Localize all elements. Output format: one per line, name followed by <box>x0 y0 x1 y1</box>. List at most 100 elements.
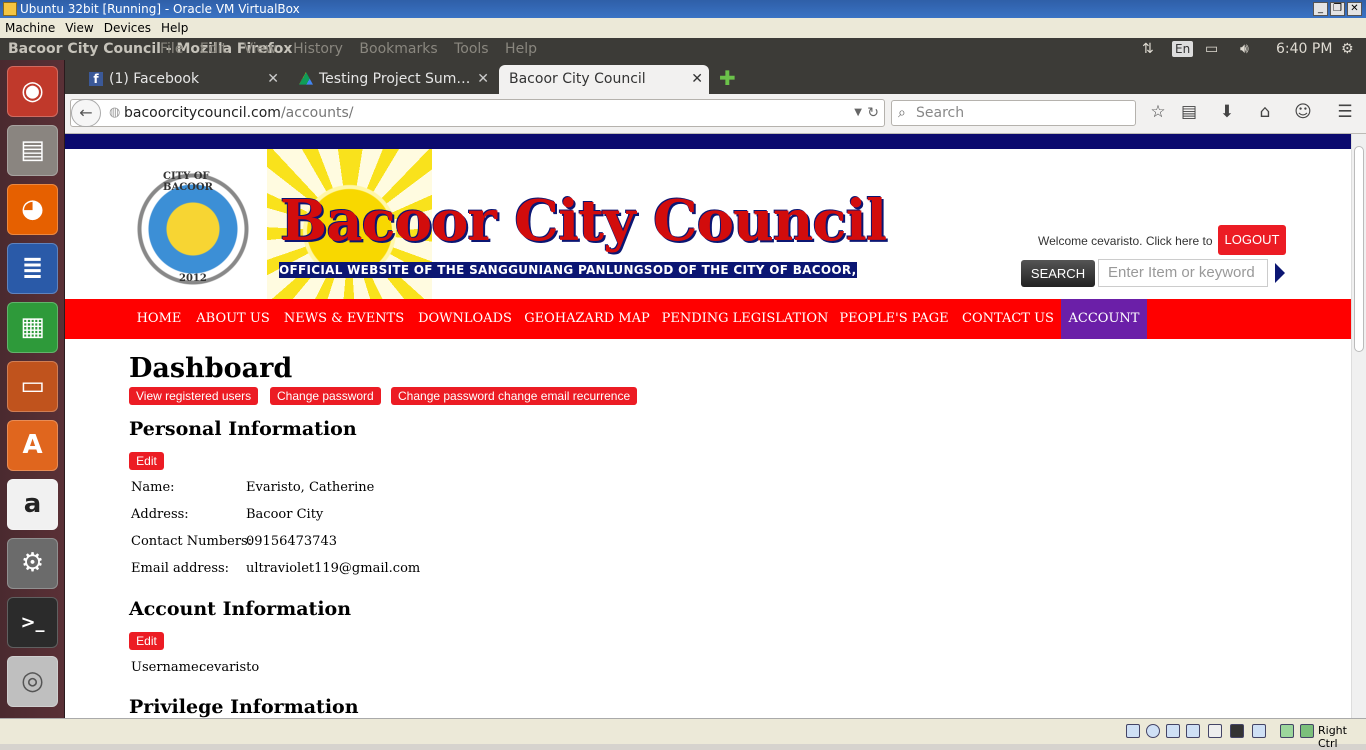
vbox-menu-help[interactable]: Help <box>156 18 193 38</box>
url-bar[interactable]: bacoorcitycouncil.com/accounts/ ◍ ▼ ↻ <box>70 99 885 127</box>
ff-menu-help[interactable]: Help <box>505 41 537 57</box>
change-password-button[interactable]: Change password <box>270 387 381 405</box>
personal-info-heading: Personal Information <box>129 418 357 440</box>
ff-menu-edit[interactable]: Edit <box>200 41 227 57</box>
vbox-menu-view[interactable]: View <box>60 18 98 38</box>
clock[interactable]: 6:40 PM <box>1276 38 1332 60</box>
nav-peoples-page[interactable]: PEOPLE'S PAGE <box>837 299 951 339</box>
host-key-icon[interactable] <box>1300 724 1314 738</box>
globe-icon[interactable]: ◍ <box>109 100 120 126</box>
tab-testing-project[interactable]: Testing Project Sum… ✕ <box>295 65 495 94</box>
page-viewport: CITY OF BACOOR 2012 Bacoor City Council … <box>65 134 1351 718</box>
reload-icon[interactable]: ↻ <box>867 100 879 126</box>
privilege-info-heading: Privilege Information <box>129 696 359 718</box>
hdd-icon[interactable] <box>1126 724 1140 738</box>
view-registered-users-button[interactable]: View registered users <box>129 387 259 405</box>
tab-label: Bacoor City Council <box>509 71 646 87</box>
ff-menu-view[interactable]: View <box>243 41 276 57</box>
impress-icon[interactable]: ▭ <box>7 361 58 412</box>
reading-list-icon[interactable]: ▤ <box>1177 102 1201 122</box>
hamburger-menu-icon[interactable]: ☰ <box>1333 102 1357 122</box>
tab-facebook[interactable]: f (1) Facebook ✕ <box>85 65 285 94</box>
usb-icon[interactable] <box>1166 724 1180 738</box>
search-go-arrow-icon[interactable] <box>1275 263 1285 283</box>
mouse-integration-icon[interactable] <box>1280 724 1294 738</box>
terminal-icon[interactable]: >_ <box>7 597 58 648</box>
bookmark-star-icon[interactable]: ☆ <box>1146 102 1170 122</box>
browser-search-placeholder: Search <box>916 105 965 121</box>
volume-icon[interactable]: 🔊︎ <box>1240 38 1249 60</box>
keyword-search-input[interactable]: Enter Item or keyword <box>1098 259 1268 287</box>
nav-account[interactable]: ACCOUNT <box>1061 299 1147 339</box>
tab-bacoor-city-council[interactable]: Bacoor City Council ✕ <box>499 65 709 94</box>
site-top-strip <box>65 134 1351 149</box>
ff-menu-bookmarks[interactable]: Bookmarks <box>359 41 437 57</box>
vbox-menubar: Machine View Devices Help <box>0 18 1366 38</box>
writer-icon[interactable]: ≣ <box>7 243 58 294</box>
display-icon[interactable] <box>1230 724 1244 738</box>
page-scrollbar[interactable] <box>1351 134 1366 718</box>
video-capture-icon[interactable] <box>1252 724 1266 738</box>
network-adapter-icon[interactable] <box>1186 724 1200 738</box>
nav-pending-legislation[interactable]: PENDING LEGISLATION <box>659 299 831 339</box>
power-gear-icon[interactable]: ⚙ <box>1341 38 1354 60</box>
nav-contact-us[interactable]: CONTACT US <box>959 299 1057 339</box>
close-tab-icon[interactable]: ✕ <box>477 65 489 93</box>
dvd-icon[interactable]: ◎ <box>7 656 58 707</box>
vbox-menu-machine[interactable]: Machine <box>0 18 60 38</box>
download-icon[interactable]: ⬇ <box>1215 102 1239 122</box>
ff-menu-history[interactable]: History <box>293 41 343 57</box>
software-center-icon[interactable]: A <box>7 420 58 471</box>
change-password-email-recurrence-button[interactable]: Change password change email recurrence <box>391 387 638 405</box>
restore-icon[interactable]: ❐ <box>1330 2 1345 16</box>
edit-personal-button[interactable]: Edit <box>129 452 164 470</box>
plus-icon[interactable]: ✚ <box>719 66 736 90</box>
tab-label: Testing Project Sum… <box>319 71 471 87</box>
edit-account-button[interactable]: Edit <box>129 632 164 650</box>
ff-menu-tools[interactable]: Tools <box>454 41 489 57</box>
host-key-label: Right Ctrl <box>1318 724 1347 750</box>
optical-drive-icon[interactable] <box>1146 724 1160 738</box>
minimize-icon[interactable]: _ <box>1313 2 1328 16</box>
nav-downloads[interactable]: DOWNLOADS <box>415 299 515 339</box>
email-value: ultraviolet119@gmail.com <box>246 561 421 576</box>
files-icon[interactable]: ▤ <box>7 125 58 176</box>
chevron-down-icon[interactable]: ▼ <box>854 100 862 126</box>
close-icon[interactable]: ✕ <box>1347 2 1362 16</box>
browser-search-input[interactable]: ⌕ Search <box>891 100 1136 126</box>
vbox-statusbar: Right Ctrl <box>0 718 1366 750</box>
nav-geohazard-map[interactable]: GEOHAZARD MAP <box>523 299 651 339</box>
tab-label: (1) Facebook <box>109 71 200 87</box>
nav-about-us[interactable]: ABOUT US <box>193 299 273 339</box>
vbox-menu-devices[interactable]: Devices <box>99 18 156 38</box>
back-button[interactable]: ← <box>71 99 101 127</box>
system-settings-icon[interactable]: ⚙ <box>7 538 58 589</box>
ubuntu-dash-icon[interactable]: ◉ <box>7 66 58 117</box>
username-value: cevaristo <box>199 660 260 675</box>
calc-icon[interactable]: ▦ <box>7 302 58 353</box>
close-tab-icon[interactable]: ✕ <box>691 65 703 93</box>
contact-value: 09156473743 <box>246 534 337 549</box>
ff-menu-file[interactable]: File <box>160 41 183 57</box>
nav-home[interactable]: HOME <box>129 299 189 339</box>
home-icon[interactable]: ⌂ <box>1253 102 1277 122</box>
logout-button[interactable]: LOGOUT <box>1218 225 1286 255</box>
shared-folders-icon[interactable] <box>1208 724 1222 738</box>
battery-icon[interactable]: ▭ <box>1205 38 1218 60</box>
scrollbar-thumb[interactable] <box>1354 146 1364 352</box>
ubuntu-top-panel: Bacoor City Council - Mozilla Firefox Fi… <box>0 38 1366 60</box>
site-title[interactable]: Bacoor City Council <box>280 186 887 256</box>
network-icon[interactable]: ⇅ <box>1142 38 1154 60</box>
firefox-icon[interactable]: ◕ <box>7 184 58 235</box>
address-value: Bacoor City <box>246 507 324 522</box>
account-info-heading: Account Information <box>129 598 352 620</box>
chat-icon[interactable]: ☺ <box>1291 102 1315 122</box>
firefox-menubar: File Edit View History Bookmarks Tools H… <box>160 38 549 60</box>
amazon-icon[interactable]: a <box>7 479 58 530</box>
site-search-button[interactable]: SEARCH <box>1021 260 1095 287</box>
nav-news-events[interactable]: NEWS & EVENTS <box>281 299 407 339</box>
close-tab-icon[interactable]: ✕ <box>267 65 279 93</box>
vbox-titlebar: Ubuntu 32bit [Running] - Oracle VM Virtu… <box>0 0 1366 18</box>
city-seal-logo[interactable]: CITY OF BACOOR 2012 <box>131 167 255 291</box>
keyboard-layout-indicator[interactable]: En <box>1172 41 1194 57</box>
